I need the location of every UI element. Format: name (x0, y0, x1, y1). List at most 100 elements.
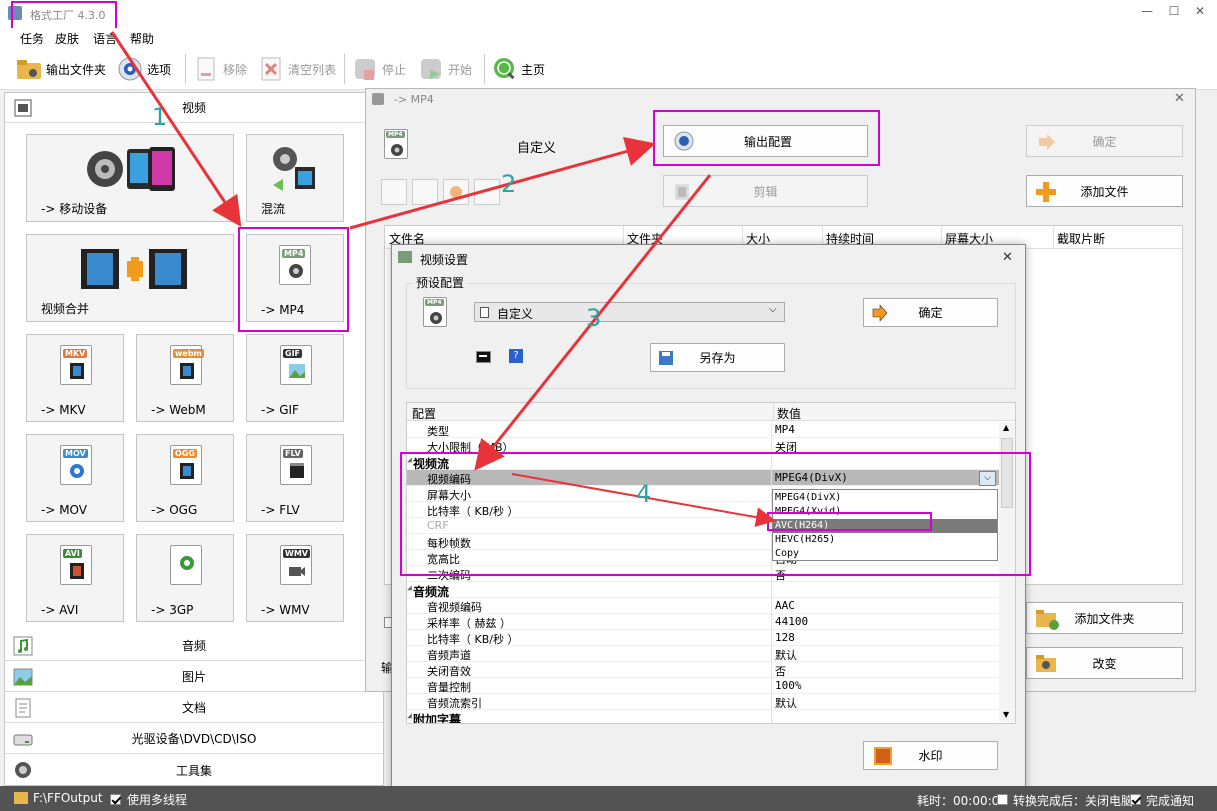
tile-wmv[interactable]: WMV -> WMV (246, 534, 344, 622)
maximize-button[interactable]: ☐ (1164, 4, 1184, 24)
property-key: 采样率（ 赫兹 ） (427, 617, 511, 630)
collapse-icon[interactable]: ◢ (407, 583, 412, 592)
preset-ok-label: 确定 (918, 306, 943, 320)
property-row[interactable]: 音频声道 默认 (407, 646, 1013, 662)
property-row[interactable]: 关闭音效 否 (407, 662, 1013, 678)
tile-mov[interactable]: MOV -> MOV (26, 434, 124, 522)
stop-icon (352, 56, 378, 82)
watermark-button[interactable]: 水印 (863, 741, 998, 770)
cmd-icon[interactable] (476, 351, 491, 363)
scroll-up-icon[interactable]: ▲ (1003, 423, 1009, 432)
property-row[interactable]: 采样率（ 赫兹 ） 44100 (407, 614, 1013, 630)
property-row[interactable]: 比特率（ KB/秒 ） 128 (407, 630, 1013, 646)
property-divider (771, 694, 772, 710)
multithread-checkbox[interactable] (110, 792, 121, 806)
status-output-path[interactable]: F:\FFOutput (33, 791, 103, 805)
start-button[interactable]: 开始 (418, 54, 472, 84)
shutdown-checkbox[interactable] (997, 792, 1008, 806)
property-key: 关闭音效 (427, 665, 471, 678)
home-button[interactable]: 主页 (491, 54, 545, 84)
property-grid-header: 配置 数值 (407, 403, 1015, 421)
tile-3gp[interactable]: -> 3GP (136, 534, 234, 622)
property-key: 音频流索引 (427, 697, 482, 710)
category-video-header[interactable]: 视频 (5, 93, 383, 123)
clip-button[interactable]: 剪辑 (663, 175, 868, 207)
small-tool-info[interactable] (474, 179, 500, 205)
tile-webm-label: -> WebM (151, 403, 206, 417)
property-row[interactable]: 音视频编码 AAC (407, 598, 1013, 614)
arrow-right-icon (1039, 134, 1055, 150)
menu-skin[interactable]: 皮肤 (55, 30, 79, 47)
property-row[interactable]: 类型 MP4 (407, 422, 1013, 438)
save-icon (659, 351, 673, 365)
video-settings-title: 视频设置 (420, 253, 469, 267)
menu-language[interactable]: 语言 (93, 30, 117, 47)
film-icon (13, 98, 33, 118)
options-button[interactable]: 选项 (117, 54, 171, 84)
preset-select[interactable]: 自定义 ⌵ (474, 302, 785, 322)
video-settings-close[interactable]: ✕ (1002, 250, 1013, 265)
add-file-button[interactable]: 添加文件 (1026, 175, 1183, 207)
clear-list-button[interactable]: 清空列表 (258, 54, 336, 84)
minimize-button[interactable]: — (1137, 4, 1157, 24)
add-folder-label: 添加文件夹 (1074, 611, 1135, 626)
tile-gif[interactable]: GIF -> GIF (246, 334, 344, 422)
mp4-dialog-title: -> MP4 (394, 93, 434, 106)
property-key: 音频声道 (427, 649, 471, 662)
folder-icon (16, 56, 42, 82)
property-value: 否 (775, 665, 786, 678)
property-key: 音视频编码 (427, 601, 482, 614)
property-section[interactable]: ◢ 音频流 (407, 582, 1013, 599)
collapse-icon[interactable]: ◢ (407, 711, 412, 720)
category-tools-header[interactable]: 工具集 (5, 755, 383, 785)
step-number-1: 1 (152, 103, 168, 131)
mkv-file-icon: MKV (60, 345, 92, 385)
tile-webm[interactable]: webm -> WebM (136, 334, 234, 422)
category-tools-label: 工具集 (175, 763, 212, 778)
stop-button[interactable]: 停止 (352, 54, 406, 84)
property-row[interactable]: 音量控制 100% (407, 678, 1013, 694)
category-document-header[interactable]: 文档 (5, 693, 383, 723)
small-tool-play[interactable] (443, 179, 469, 205)
tile-avi[interactable]: AVI -> AVI (26, 534, 124, 622)
help-icon[interactable]: ? (509, 349, 523, 363)
save-as-button[interactable]: 另存为 (650, 343, 785, 372)
tile-flv[interactable]: FLV -> FLV (246, 434, 344, 522)
tile-mkv[interactable]: MKV -> MKV (26, 334, 124, 422)
property-key: 音量控制 (427, 681, 471, 694)
tile-video-merge[interactable]: 视频合并 (26, 234, 234, 322)
property-divider (771, 614, 772, 630)
tile-ogg[interactable]: OGG -> OGG (136, 434, 234, 522)
remove-button[interactable]: 移除 (193, 54, 247, 84)
property-value: 128 (775, 631, 795, 644)
tile-mix[interactable]: 混流 (246, 134, 344, 222)
small-tool-new[interactable] (381, 179, 407, 205)
category-image-header[interactable]: 图片 (5, 662, 383, 692)
property-row[interactable]: 音频流索引 默认 (407, 694, 1013, 710)
category-disc-header[interactable]: 光驱设备\DVD\CD\ISO (5, 724, 383, 754)
multithread-label: 使用多线程 (127, 793, 188, 807)
col-clip[interactable]: 截取片断 (1057, 230, 1105, 247)
menu-help[interactable]: 帮助 (130, 30, 154, 47)
category-document-label: 文档 (181, 701, 206, 715)
small-tool-delete[interactable] (412, 179, 438, 205)
menu-task[interactable]: 任务 (20, 30, 44, 47)
category-audio-header[interactable]: 音频 (5, 631, 383, 661)
scroll-down-icon[interactable]: ▼ (1003, 710, 1009, 719)
preset-ok-button[interactable]: 确定 (863, 298, 998, 327)
chevron-down-icon: ⌵ (769, 304, 777, 315)
output-folder-button[interactable]: 输出文件夹 (16, 54, 106, 84)
add-folder-button[interactable]: 添加文件夹 (1026, 602, 1183, 634)
notify-checkbox[interactable] (1130, 792, 1141, 806)
mp4-dialog-close[interactable]: ✕ (1174, 91, 1185, 106)
property-section[interactable]: ◢ 附加字幕 (407, 710, 1013, 723)
step-number-2: 2 (501, 170, 517, 198)
property-value: MP4 (775, 423, 795, 436)
wmv-file-icon: WMV (280, 545, 312, 585)
tile-mobile-device[interactable]: -> 移动设备 (26, 134, 234, 222)
ogg-tag: OGG (173, 449, 197, 458)
close-button[interactable]: ✕ (1190, 4, 1210, 24)
mp4-ok-button[interactable]: 确定 (1026, 125, 1183, 157)
elapsed-time: 耗时：00:00:00 (917, 794, 1007, 808)
change-button[interactable]: 改变 (1026, 647, 1183, 679)
